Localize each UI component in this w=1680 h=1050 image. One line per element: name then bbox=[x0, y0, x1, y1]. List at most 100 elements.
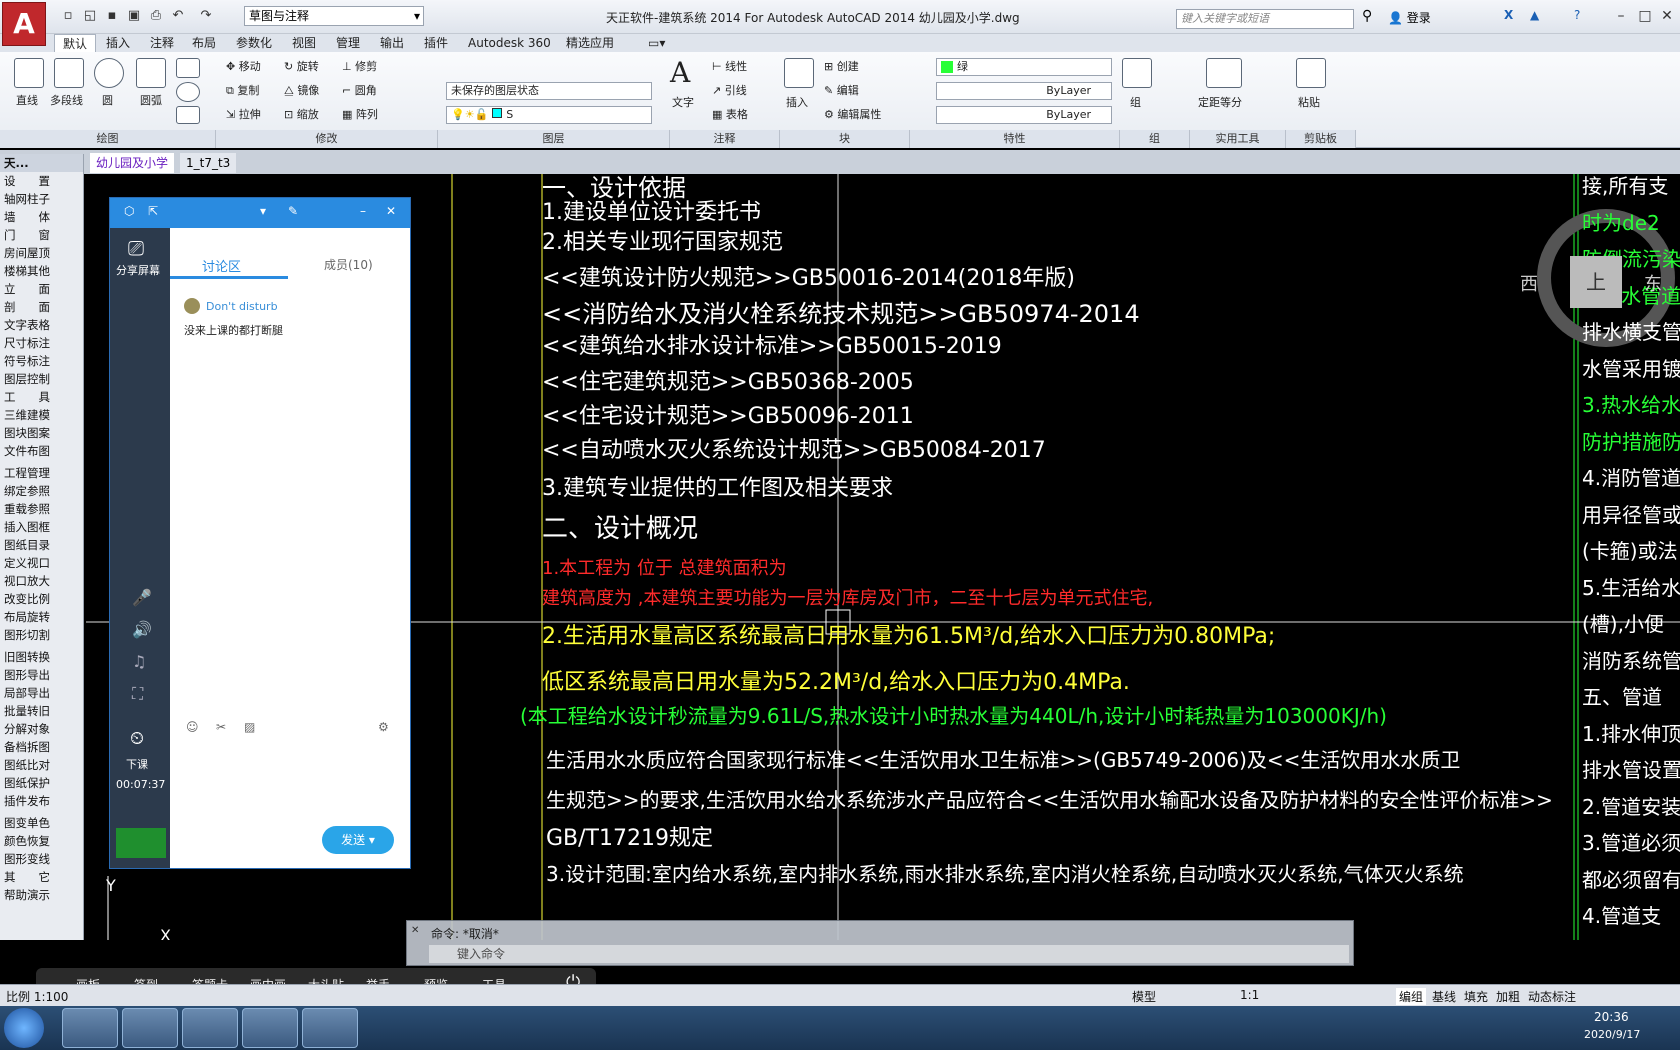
help-icon[interactable]: ? bbox=[1574, 8, 1580, 22]
copy-button[interactable]: ⧉ 复制 bbox=[226, 82, 259, 98]
text-button[interactable]: 文字 bbox=[672, 94, 694, 110]
insert-block-icon[interactable] bbox=[784, 58, 814, 88]
stretch-button[interactable]: ⇲ 拉伸 bbox=[226, 106, 261, 122]
status-baseline[interactable]: 基线 bbox=[1432, 988, 1456, 1005]
sidebar-item[interactable]: 尺寸标注 bbox=[0, 334, 83, 352]
login-button[interactable]: 👤 登录 bbox=[1388, 9, 1431, 26]
status-dynamic-dim[interactable]: 动态标注 bbox=[1528, 988, 1576, 1005]
polyline-button[interactable]: 多段线 bbox=[50, 92, 83, 108]
status-fill[interactable]: 填充 bbox=[1464, 988, 1488, 1005]
start-button[interactable] bbox=[4, 1008, 44, 1048]
sidebar-item[interactable]: 文字表格 bbox=[0, 316, 83, 334]
sidebar-item[interactable]: 备档拆图 bbox=[0, 738, 83, 756]
ribbon-toggle-icon[interactable]: ▭▾ bbox=[640, 34, 673, 52]
panel-groups-title[interactable]: 组 bbox=[1120, 130, 1190, 148]
help2-taskbar-icon[interactable] bbox=[242, 1008, 298, 1048]
sidebar-item[interactable]: 批量转旧 bbox=[0, 702, 83, 720]
mic-icon[interactable]: 🎤 bbox=[132, 588, 152, 607]
settings-icon[interactable]: ⚙ bbox=[378, 720, 389, 734]
sidebar-item[interactable]: 局部导出 bbox=[0, 684, 83, 702]
lineweight-select[interactable]: ByLayer bbox=[936, 106, 1112, 124]
sidebar-item[interactable]: 其 它 bbox=[0, 868, 83, 886]
scissors-icon[interactable]: ✂ bbox=[216, 720, 226, 734]
panel-block-title[interactable]: 块 bbox=[780, 130, 910, 148]
save-icon[interactable]: ▪ bbox=[102, 6, 122, 26]
end-class-icon[interactable]: ⏲ bbox=[130, 728, 144, 749]
sidebar-item[interactable]: 改变比例 bbox=[0, 590, 83, 608]
saveas-icon[interactable]: ▣ bbox=[124, 6, 144, 26]
sidebar-item[interactable]: 图纸比对 bbox=[0, 756, 83, 774]
sidebar-item[interactable]: 图形变线 bbox=[0, 850, 83, 868]
a360-icon[interactable]: ▲ bbox=[1530, 8, 1539, 22]
tab-plugins[interactable]: 插件 bbox=[416, 34, 456, 52]
layer-select[interactable]: 💡☀🔓 S bbox=[446, 106, 652, 124]
search-input[interactable]: 键入关键字或短语 bbox=[1176, 9, 1354, 29]
sidebar-item[interactable]: 图纸目录 bbox=[0, 536, 83, 554]
annotation-scale[interactable]: 1:1 bbox=[1240, 988, 1259, 1002]
linetype-select[interactable]: ByLayer bbox=[936, 82, 1112, 100]
sidebar-item[interactable]: 楼梯其他 bbox=[0, 262, 83, 280]
panel-clipboard-title[interactable]: 剪贴板 bbox=[1286, 130, 1356, 148]
move-button[interactable]: ✥ 移动 bbox=[226, 58, 261, 74]
tab-featured[interactable]: 精选应用 bbox=[558, 34, 622, 52]
minimize-chat-button[interactable]: – bbox=[360, 204, 366, 218]
emoji-icon[interactable]: ☺ bbox=[186, 720, 199, 734]
send-button[interactable]: 发送 ▾ bbox=[322, 826, 394, 854]
panel-draw-title[interactable]: 绘图 bbox=[0, 130, 216, 148]
sidebar-item[interactable]: 三维建模 bbox=[0, 406, 83, 424]
tab-view[interactable]: 视图 bbox=[284, 34, 324, 52]
circle-icon[interactable] bbox=[94, 58, 124, 88]
group-button[interactable]: 组 bbox=[1130, 94, 1141, 110]
sidebar-item[interactable]: 定义视口 bbox=[0, 554, 83, 572]
rotate-button[interactable]: ↻ 旋转 bbox=[284, 58, 319, 74]
sidebar-item[interactable]: 图层控制 bbox=[0, 370, 83, 388]
pin-icon[interactable]: ✎ bbox=[288, 204, 298, 218]
binoculars-icon[interactable]: ⚲ bbox=[1362, 8, 1372, 24]
paste-icon[interactable] bbox=[1296, 58, 1326, 88]
rectangle-icon[interactable] bbox=[176, 58, 200, 78]
measure-icon[interactable] bbox=[1206, 58, 1242, 88]
hatch-icon[interactable] bbox=[176, 106, 200, 124]
command-input[interactable]: 键入命令 bbox=[429, 945, 1349, 963]
sidebar-item[interactable]: 门 窗 bbox=[0, 226, 83, 244]
layer-state-select[interactable]: 未保存的图层状态 bbox=[446, 82, 652, 100]
tab-parametric[interactable]: 参数化 bbox=[228, 34, 280, 52]
panel-properties-title[interactable]: 特性 bbox=[910, 130, 1120, 148]
doc-tab-t7[interactable]: 1_t7_t3 bbox=[180, 153, 237, 173]
new-icon[interactable]: ▫ bbox=[58, 6, 78, 26]
chevron-down-icon[interactable]: ▾ bbox=[260, 204, 266, 218]
leader-button[interactable]: ↗ 引线 bbox=[712, 82, 747, 98]
maximize-button[interactable]: □ bbox=[1634, 6, 1656, 26]
viewcube-top[interactable]: 上 bbox=[1570, 256, 1622, 308]
scale-readout[interactable]: 比例 1:100 bbox=[6, 988, 68, 1005]
sidebar-item[interactable]: 图块图案 bbox=[0, 424, 83, 442]
print-icon[interactable]: ⎙ bbox=[146, 6, 166, 26]
sidebar-item[interactable]: 分解对象 bbox=[0, 720, 83, 738]
edit-block-button[interactable]: ✎ 编辑 bbox=[824, 82, 859, 98]
tab-autodesk360[interactable]: Autodesk 360 bbox=[460, 34, 559, 52]
sidebar-item[interactable]: 墙 体 bbox=[0, 208, 83, 226]
app-menu-button[interactable]: A bbox=[2, 2, 46, 46]
panel-layer-title[interactable]: 图层 bbox=[438, 130, 670, 148]
help-taskbar-icon[interactable] bbox=[182, 1008, 238, 1048]
tab-members[interactable]: 成员(10) bbox=[324, 256, 373, 273]
arc-icon[interactable] bbox=[136, 58, 166, 88]
sidebar-item[interactable]: 轴网柱子 bbox=[0, 190, 83, 208]
sidebar-item[interactable]: 视口放大 bbox=[0, 572, 83, 590]
arc-button[interactable]: 圆弧 bbox=[140, 92, 162, 108]
redo-icon[interactable]: ↷ bbox=[196, 6, 216, 26]
tab-default[interactable]: 默认 bbox=[54, 34, 97, 52]
linear-dim-button[interactable]: ⊢ 线性 bbox=[712, 58, 747, 74]
sidebar-item[interactable]: 图变单色 bbox=[0, 814, 83, 832]
speaker-icon[interactable]: 🔊 bbox=[132, 620, 152, 639]
clock-date[interactable]: 2020/9/17 bbox=[1584, 1028, 1640, 1041]
line-button[interactable]: 直线 bbox=[16, 92, 38, 108]
sidebar-item[interactable]: 工程管理 bbox=[0, 464, 83, 482]
workspace-select[interactable]: 草图与注释 ▾ bbox=[244, 6, 424, 26]
sidebar-item[interactable]: 插件发布 bbox=[0, 792, 83, 810]
sidebar-item[interactable]: 插入图框 bbox=[0, 518, 83, 536]
create-block-button[interactable]: ⊞ 创建 bbox=[824, 58, 859, 74]
sidebar-item[interactable]: 文件布图 bbox=[0, 442, 83, 460]
end-class-label[interactable]: 下课 bbox=[126, 756, 148, 772]
clock-time[interactable]: 20:36 bbox=[1594, 1010, 1629, 1024]
